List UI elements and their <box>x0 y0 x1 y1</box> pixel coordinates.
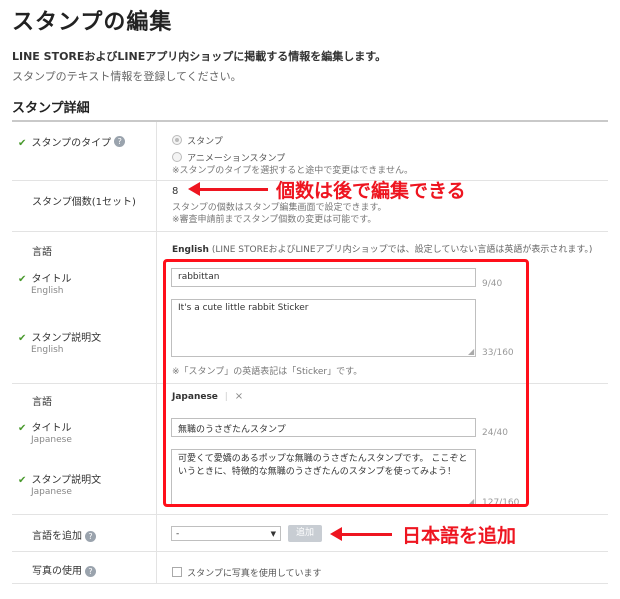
checkbox-icon[interactable] <box>172 566 182 577</box>
question-icon[interactable]: ? <box>85 565 96 577</box>
checkmark-icon: ✔ <box>18 423 27 434</box>
question-icon[interactable]: ? <box>85 530 96 542</box>
page-description: スタンプのテキスト情報を登録してください。 <box>12 70 242 83</box>
checkmark-icon: ✔ <box>18 475 27 486</box>
lang-label-japanese: 言語 <box>32 397 52 408</box>
photo-checkbox[interactable]: スタンプに写真を使用しています <box>172 561 322 580</box>
title-label-japanese: ✔ タイトル Japanese <box>18 423 72 445</box>
type-note: ※スタンプのタイプを選択すると途中で変更はできません。 <box>172 166 414 176</box>
arrow-shaft <box>340 533 392 536</box>
row-divider <box>12 583 608 584</box>
highlight-box <box>163 259 529 507</box>
title-label-english: ✔ タイトル English <box>18 274 72 296</box>
lang-english-header: English (LINE STOREおよびLINEアプリ内ショップでは、設定し… <box>172 245 593 255</box>
add-lang-button[interactable]: 追加 <box>288 525 322 542</box>
section-title: スタンプ詳細 <box>12 101 90 116</box>
arrow-shaft <box>198 188 268 191</box>
desc-label-japanese: ✔ スタンプ説明文 Japanese <box>18 475 102 497</box>
count-label: スタンプ個数(1セット) <box>32 197 136 208</box>
page-title: スタンプの編集 <box>12 10 173 35</box>
desc-label-english: ✔ スタンプ説明文 English <box>18 333 102 355</box>
question-icon[interactable]: ? <box>114 136 126 147</box>
type-row-label: ✔ スタンプのタイプ? <box>18 131 126 150</box>
add-lang-select[interactable]: - ▼ <box>171 526 281 541</box>
radio-icon[interactable] <box>172 134 182 145</box>
chevron-down-icon: ▼ <box>270 530 276 538</box>
row-divider <box>12 514 608 515</box>
row-divider <box>12 231 608 232</box>
page-subtitle: LINE STOREおよびLINEアプリ内ショップに掲載する情報を編集します。 <box>12 50 387 63</box>
row-divider <box>12 551 608 552</box>
add-lang-annotation: 日本語を追加 <box>402 525 517 547</box>
count-note-2: ※審査申請前までスタンプ個数の変更は可能です。 <box>172 215 377 225</box>
count-annotation: 個数は後で編集できる <box>276 180 466 202</box>
table-top-divider <box>12 120 608 122</box>
checkmark-icon: ✔ <box>18 274 27 285</box>
lang-label-english: 言語 <box>32 247 52 258</box>
photo-label: 写真の使用? <box>32 562 96 577</box>
checkmark-icon: ✔ <box>18 333 27 344</box>
count-value: 8 <box>172 186 179 197</box>
radio-icon[interactable] <box>172 151 182 162</box>
add-lang-label: 言語を追加? <box>32 527 96 542</box>
checkmark-icon: ✔ <box>18 138 27 149</box>
